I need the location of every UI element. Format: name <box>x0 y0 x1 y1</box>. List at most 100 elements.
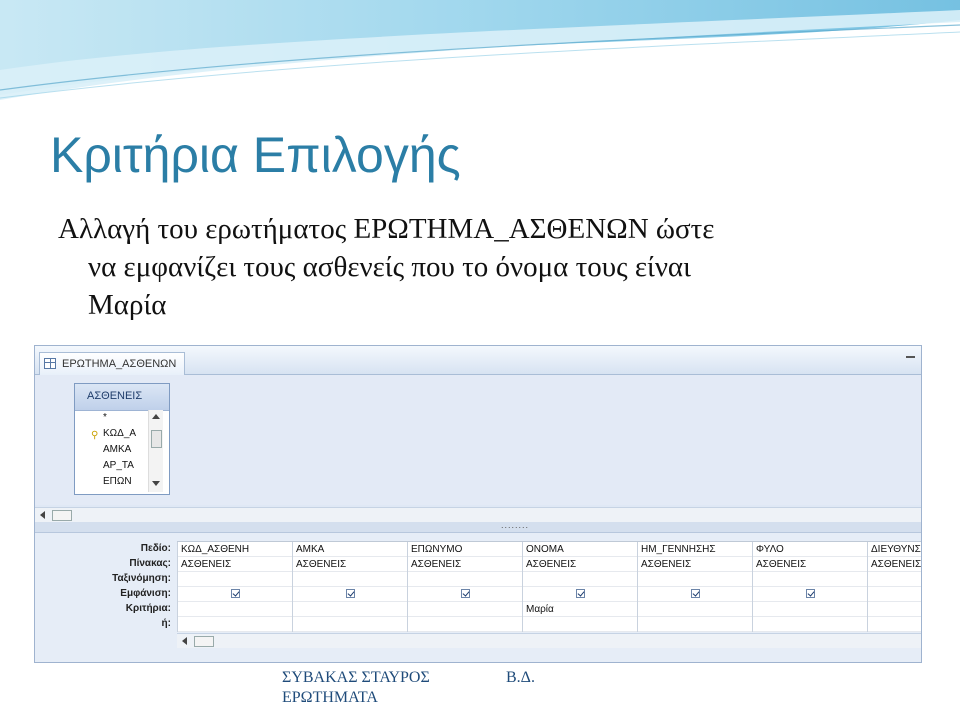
row-label-field: Πεδίο: <box>140 543 171 554</box>
field-cell[interactable]: ΦΥΛΟ <box>753 542 868 557</box>
field-cell[interactable]: ΕΠΩΝΥΜΟ <box>408 542 523 557</box>
table-cell[interactable]: ΑΣΘΕΝΕΙΣ <box>868 557 921 572</box>
criteria-cell[interactable] <box>868 602 921 617</box>
show-checkbox[interactable] <box>461 589 470 598</box>
criteria-cell[interactable] <box>408 602 523 617</box>
field-list-scrollbar[interactable] <box>148 410 163 492</box>
table-cell[interactable]: ΑΣΘΕΝΕΙΣ <box>523 557 638 572</box>
table-cell[interactable]: ΑΣΘΕΝΕΙΣ <box>638 557 753 572</box>
grid-column: ΑΜΚΑ ΑΣΘΕΝΕΙΣ <box>292 542 408 632</box>
row-label-criteria: Κριτήρια: <box>125 603 171 614</box>
sort-cell[interactable] <box>868 572 921 587</box>
or-cell[interactable] <box>408 617 523 632</box>
grid-row-labels: Πεδίο: Πίνακας: Ταξινόμηση: Εμφάνιση: Κρ… <box>35 541 175 631</box>
sort-cell[interactable] <box>293 572 408 587</box>
show-cell <box>638 587 753 602</box>
field-item-key[interactable]: ⚲ ΚΩΔ_Α <box>81 426 147 442</box>
criteria-cell[interactable] <box>293 602 408 617</box>
table-field-list[interactable]: ΑΣΘΕΝΕΙΣ * ⚲ ΚΩΔ_Α ΑΜΚΑ ΑΡ_ΤΑ ΕΠΩΝ <box>74 383 170 495</box>
or-cell[interactable] <box>523 617 638 632</box>
footer-left: ΣΥΒΑΚΑΣ ΣΤΑΥΡΟΣ ΕΡΩΤΗΜΑΤΑ <box>282 668 430 708</box>
show-checkbox[interactable] <box>576 589 585 598</box>
scroll-left-icon[interactable] <box>182 637 187 645</box>
sort-cell[interactable] <box>178 572 293 587</box>
table-pane-hscrollbar[interactable] <box>35 507 921 523</box>
show-checkbox[interactable] <box>806 589 815 598</box>
show-cell <box>293 587 408 602</box>
scroll-down-icon[interactable] <box>152 481 160 486</box>
sort-cell[interactable] <box>638 572 753 587</box>
grid-column: ΚΩΔ_ΑΣΘΕΝΗ ΑΣΘΕΝΕΙΣ <box>177 542 293 632</box>
grid-column: ΟΝΟΜΑ ΑΣΘΕΝΕΙΣ Μαρία <box>522 542 638 632</box>
query-tab[interactable]: ΕΡΩΤΗΜΑ_ΑΣΘΕΝΩΝ <box>39 352 186 375</box>
scroll-up-icon[interactable] <box>152 414 160 419</box>
field-item[interactable]: ΑΡ_ΤΑ <box>81 458 147 474</box>
grid-column: ΦΥΛΟ ΑΣΘΕΝΕΙΣ <box>752 542 868 632</box>
show-cell <box>178 587 293 602</box>
pane-splitter[interactable]: ........ <box>35 520 921 533</box>
sort-cell[interactable] <box>523 572 638 587</box>
table-cell[interactable]: ΑΣΘΕΝΕΙΣ <box>753 557 868 572</box>
table-pane: ΑΣΘΕΝΕΙΣ * ⚲ ΚΩΔ_Α ΑΜΚΑ ΑΡ_ΤΑ ΕΠΩΝ <box>35 375 921 505</box>
query-design-grid: ΚΩΔ_ΑΣΘΕΝΗ ΑΣΘΕΝΕΙΣ ΑΜΚΑ ΑΣΘΕΝΕΙΣ ΕΠΩΝΥΜΟ ΑΣΘ… <box>177 541 921 632</box>
field-cell[interactable]: ΟΝΟΜΑ <box>523 542 638 557</box>
field-list: * ⚲ ΚΩΔ_Α ΑΜΚΑ ΑΡ_ΤΑ ΕΠΩΝ <box>81 410 147 492</box>
table-cell[interactable]: ΑΣΘΕΝΕΙΣ <box>408 557 523 572</box>
document-tab-bar: ΕΡΩΤΗΜΑ_ΑΣΘΕΝΩΝ <box>35 346 921 375</box>
grid-column: ΔΙΕΥΘΥΝΣΗΑΣΘΕΝΕΙΣ <box>867 542 921 632</box>
query-tab-label: ΕΡΩΤΗΜΑ_ΑΣΘΕΝΩΝ <box>62 358 177 370</box>
sort-cell[interactable] <box>753 572 868 587</box>
footer-author: ΣΥΒΑΚΑΣ ΣΤΑΥΡΟΣ <box>282 669 430 686</box>
slide-title: Κριτήρια Επιλογής <box>50 127 461 183</box>
criteria-cell[interactable] <box>753 602 868 617</box>
scroll-thumb[interactable] <box>52 510 72 521</box>
field-item-label: ΚΩΔ_Α <box>103 428 137 439</box>
grid-column: ΗΜ_ΓΕΝΝΗΣΗΣ ΑΣΘΕΝΕΙΣ <box>637 542 753 632</box>
body-line-2: να εμφανίζει τους ασθενείς που το όνομα … <box>88 251 691 283</box>
show-checkbox[interactable] <box>346 589 355 598</box>
table-cell[interactable]: ΑΣΘΕΝΕΙΣ <box>178 557 293 572</box>
sort-cell[interactable] <box>408 572 523 587</box>
field-item[interactable]: * <box>81 410 147 426</box>
field-item[interactable]: ΕΠΩΝ <box>81 474 147 490</box>
row-label-show: Εμφάνιση: <box>120 588 171 599</box>
show-checkbox[interactable] <box>691 589 700 598</box>
footer-right: Β.Δ. <box>506 669 535 686</box>
minimize-icon[interactable] <box>906 356 915 358</box>
or-cell[interactable] <box>638 617 753 632</box>
or-cell[interactable] <box>178 617 293 632</box>
query-icon <box>44 358 56 369</box>
or-cell[interactable] <box>293 617 408 632</box>
table-name: ΑΣΘΕΝΕΙΣ <box>75 384 169 411</box>
scroll-thumb[interactable] <box>194 636 214 647</box>
criteria-cell[interactable]: Μαρία <box>523 602 638 617</box>
scroll-thumb[interactable] <box>151 430 162 448</box>
field-item[interactable]: ΑΜΚΑ <box>81 442 147 458</box>
row-label-table: Πίνακας: <box>129 558 171 569</box>
field-cell[interactable]: ΔΙΕΥΘΥΝΣΗ <box>868 542 921 557</box>
or-cell[interactable] <box>868 617 921 632</box>
show-cell <box>868 587 921 602</box>
body-line-1: Αλλαγή του ερωτήματος ΕΡΩΤΗΜΑ_ΑΣΘΕΝΩΝ ώσ… <box>58 213 715 245</box>
show-checkbox[interactable] <box>231 589 240 598</box>
show-cell <box>408 587 523 602</box>
slide-body-text: Αλλαγή του ερωτήματος ΕΡΩΤΗΜΑ_ΑΣΘΕΝΩΝ ώσ… <box>58 210 938 324</box>
design-grid-pane: Πεδίο: Πίνακας: Ταξινόμηση: Εμφάνιση: Κρ… <box>35 533 921 662</box>
row-label-sort: Ταξινόμηση: <box>112 573 171 584</box>
show-cell <box>523 587 638 602</box>
scroll-left-icon[interactable] <box>40 511 45 519</box>
show-cell <box>753 587 868 602</box>
query-design-window: ΕΡΩΤΗΜΑ_ΑΣΘΕΝΩΝ ΑΣΘΕΝΕΙΣ * ⚲ ΚΩΔ_Α ΑΜΚΑ … <box>34 345 922 663</box>
field-cell[interactable]: ΑΜΚΑ <box>293 542 408 557</box>
criteria-cell[interactable] <box>178 602 293 617</box>
table-cell[interactable]: ΑΣΘΕΝΕΙΣ <box>293 557 408 572</box>
field-cell[interactable]: ΗΜ_ΓΕΝΝΗΣΗΣ <box>638 542 753 557</box>
or-cell[interactable] <box>753 617 868 632</box>
field-cell[interactable]: ΚΩΔ_ΑΣΘΕΝΗ <box>178 542 293 557</box>
criteria-cell[interactable] <box>638 602 753 617</box>
splitter-grip: ........ <box>501 520 530 530</box>
body-line-3: Μαρία <box>88 289 167 321</box>
header-swoosh-decoration <box>0 0 960 100</box>
grid-hscrollbar[interactable] <box>177 633 921 648</box>
row-label-or: ή: <box>161 618 171 629</box>
